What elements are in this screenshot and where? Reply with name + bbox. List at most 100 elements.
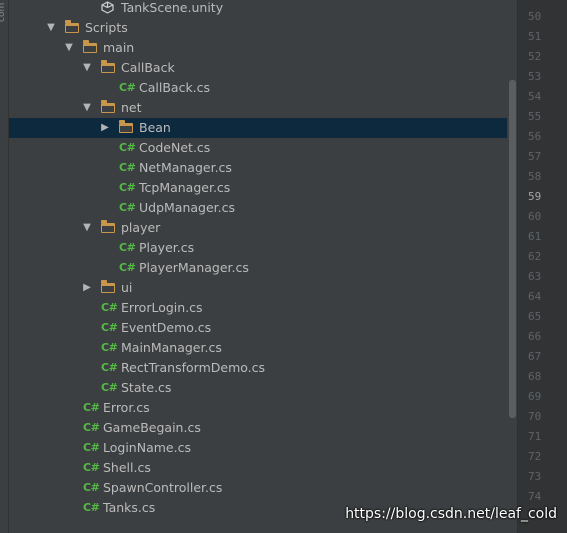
line-number: 57 [528, 150, 542, 163]
folder-icon [83, 40, 97, 53]
file-row[interactable]: C# NetManager.cs [9, 158, 507, 178]
line-number: 50 [528, 10, 542, 23]
file-row[interactable]: C# Shell.cs [9, 458, 507, 478]
csharp-file-icon: C# [101, 301, 118, 314]
line-number: 71 [528, 430, 542, 443]
folder-icon [101, 60, 115, 73]
line-number: 72 [528, 450, 542, 463]
file-row[interactable]: C# RectTransformDemo.cs [9, 358, 507, 378]
file-row[interactable]: C# UdpManager.cs [9, 198, 507, 218]
tree-scrollbar-thumb[interactable] [509, 80, 516, 418]
line-number: 60 [528, 210, 542, 223]
line-number: 52 [528, 50, 542, 63]
file-row[interactable]: C# State.cs [9, 378, 507, 398]
tree-item-label: CodeNet.cs [139, 140, 211, 155]
expanded-arrow-icon[interactable]: ▼ [63, 38, 75, 58]
tree-item-label: net [121, 100, 142, 115]
csharp-file-icon: C# [83, 421, 100, 434]
collapsed-arrow-icon[interactable]: ▶ [81, 278, 93, 298]
folder-row[interactable]: ▶ ui [9, 278, 507, 298]
expanded-arrow-icon[interactable]: ▼ [45, 18, 57, 38]
tree-item-label: CallBack [121, 60, 175, 75]
side-tab-label[interactable]: com [0, 3, 7, 22]
file-row[interactable]: C# CallBack.cs [9, 78, 507, 98]
file-row[interactable]: C# GameBegain.cs [9, 418, 507, 438]
file-row[interactable]: TankScene.unity [9, 0, 507, 18]
watermark: https://blog.csdn.net/leaf_cold [345, 506, 557, 522]
csharp-file-icon: C# [119, 141, 136, 154]
tree-item-label: Error.cs [103, 400, 150, 415]
file-row[interactable]: C# EventDemo.cs [9, 318, 507, 338]
tree-item-label: Shell.cs [103, 460, 151, 475]
tree-item-label: NetManager.cs [139, 160, 232, 175]
folder-row[interactable]: ▶ Bean [9, 118, 507, 138]
line-number: 68 [528, 370, 542, 383]
csharp-file-icon: C# [101, 361, 118, 374]
tree-item-label: SpawnController.cs [103, 480, 223, 495]
folder-row[interactable]: ▼ CallBack [9, 58, 507, 78]
folder-row[interactable]: ▼ Scripts [9, 18, 507, 38]
csharp-file-icon: C# [83, 461, 100, 474]
csharp-file-icon: C# [119, 261, 136, 274]
csharp-file-icon: C# [101, 321, 118, 334]
folder-row[interactable]: ▼ player [9, 218, 507, 238]
line-number: 67 [528, 350, 542, 363]
line-number: 58 [528, 170, 542, 183]
file-row[interactable]: C# Player.cs [9, 238, 507, 258]
tree-item-label: ui [121, 280, 133, 295]
csharp-file-icon: C# [119, 201, 136, 214]
tree-item-label: State.cs [121, 380, 172, 395]
folder-icon [119, 120, 133, 133]
tree-item-label: main [103, 40, 135, 55]
file-row[interactable]: C# PlayerManager.cs [9, 258, 507, 278]
file-row[interactable]: C# MainManager.cs [9, 338, 507, 358]
folder-row[interactable]: ▼ net [9, 98, 507, 118]
line-number: 51 [528, 30, 542, 43]
line-number: 65 [528, 310, 542, 323]
csharp-file-icon: C# [101, 341, 118, 354]
project-tree[interactable]: TankScene.unity ▼ Scripts ▼ main ▼ CallBack C# C… [9, 0, 507, 533]
line-number: 63 [528, 270, 542, 283]
tree-item-label: Player.cs [139, 240, 195, 255]
folder-icon [101, 220, 115, 233]
line-number: 64 [528, 290, 542, 303]
folder-icon [101, 100, 115, 113]
tree-item-label: TankScene.unity [121, 0, 224, 15]
tree-item-label: TcpManager.cs [139, 180, 231, 195]
tree-item-label: Scripts [85, 20, 128, 35]
tree-item-label: RectTransformDemo.cs [121, 360, 266, 375]
tree-item-label: Tanks.cs [103, 500, 156, 515]
collapsed-arrow-icon[interactable]: ▶ [99, 118, 111, 138]
file-row[interactable]: C# LoginName.cs [9, 438, 507, 458]
tree-item-label: Bean [139, 120, 171, 135]
csharp-file-icon: C# [119, 81, 136, 94]
line-number: 70 [528, 410, 542, 423]
expanded-arrow-icon[interactable]: ▼ [81, 98, 93, 118]
expanded-arrow-icon[interactable]: ▼ [81, 58, 93, 78]
tree-item-label: PlayerManager.cs [139, 260, 249, 275]
folder-row[interactable]: ▼ main [9, 38, 507, 58]
line-number: 53 [528, 70, 542, 83]
line-number: 55 [528, 110, 542, 123]
side-tool-strip[interactable]: com [0, 0, 9, 533]
unity-scene-icon [101, 1, 114, 14]
file-row[interactable]: C# SpawnController.cs [9, 478, 507, 498]
line-number: 54 [528, 90, 542, 103]
line-number: 74 [528, 490, 542, 503]
folder-icon [65, 20, 79, 33]
csharp-file-icon: C# [119, 241, 136, 254]
tree-item-label: EventDemo.cs [121, 320, 212, 335]
tree-item-label: GameBegain.cs [103, 420, 201, 435]
csharp-file-icon: C# [101, 381, 118, 394]
line-number: 56 [528, 130, 542, 143]
tree-item-label: LoginName.cs [103, 440, 191, 455]
file-row[interactable]: C# CodeNet.cs [9, 138, 507, 158]
line-number: 73 [528, 470, 542, 483]
csharp-file-icon: C# [83, 481, 100, 494]
expanded-arrow-icon[interactable]: ▼ [81, 218, 93, 238]
file-row[interactable]: C# TcpManager.cs [9, 178, 507, 198]
csharp-file-icon: C# [83, 401, 100, 414]
line-number: 69 [528, 390, 542, 403]
file-row[interactable]: C# Error.cs [9, 398, 507, 418]
file-row[interactable]: C# ErrorLogin.cs [9, 298, 507, 318]
